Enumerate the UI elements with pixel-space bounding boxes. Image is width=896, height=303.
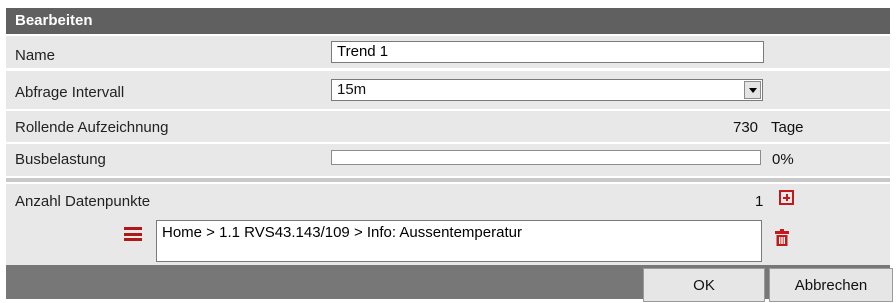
datapoints-label: Anzahl Datenpunkte bbox=[15, 193, 151, 210]
interval-label: Abfrage Intervall bbox=[15, 84, 125, 101]
cancel-button[interactable]: Abbrechen bbox=[769, 268, 893, 302]
busload-percent: 0% bbox=[772, 151, 794, 168]
datapoint-path-field[interactable]: Home > 1.1 RVS43.143/109 > Info: Aussent… bbox=[156, 220, 762, 262]
ok-button[interactable]: OK bbox=[643, 268, 765, 302]
section-divider bbox=[6, 178, 890, 182]
interval-select-value: 15m bbox=[337, 81, 367, 98]
hamburger-icon[interactable] bbox=[124, 227, 142, 241]
chevron-down-icon[interactable] bbox=[744, 81, 761, 99]
plus-square-icon[interactable] bbox=[779, 190, 794, 205]
busload-progress-bar bbox=[331, 150, 761, 165]
name-label: Name bbox=[15, 47, 56, 64]
datapoints-count: 1 bbox=[755, 193, 764, 210]
rolling-label: Rollende Aufzeichnung bbox=[15, 119, 169, 136]
busload-label: Busbelastung bbox=[15, 151, 106, 168]
rolling-unit: Tage bbox=[771, 119, 804, 136]
rolling-value: 730 bbox=[733, 119, 759, 136]
interval-select[interactable]: 15m bbox=[331, 79, 763, 101]
name-input[interactable]: Trend 1 bbox=[331, 41, 764, 63]
dialog-title: Bearbeiten bbox=[6, 8, 890, 34]
trash-icon[interactable] bbox=[775, 229, 789, 246]
